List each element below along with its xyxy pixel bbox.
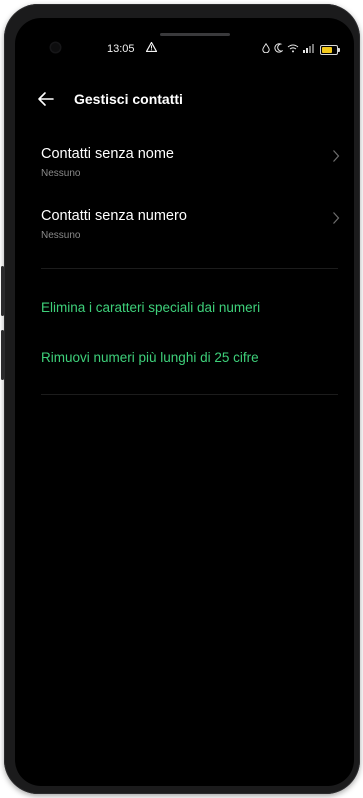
item-subtitle: Nessuno [41,230,81,241]
divider [41,394,338,395]
power-button [1,330,4,380]
chevron-right-icon [332,149,340,168]
status-bar: 13:05 [15,40,354,60]
list-item-contatti-senza-nome[interactable]: Contatti senza nome Nessuno [15,146,354,196]
item-title: Contatti senza nome [41,146,174,162]
arrow-left-icon[interactable] [37,88,61,110]
volume-button [1,266,4,316]
signal-icon [303,43,314,56]
earpiece-speaker [160,33,230,36]
item-subtitle: Nessuno [41,168,81,179]
screen: 13:05 Gestisci contatti Contatti senza n… [15,18,354,786]
list-item-contatti-senza-numero[interactable]: Contatti senza numero Nessuno [15,208,354,258]
drop-icon [262,42,270,56]
status-icons [262,42,340,56]
page-title: Gestisci contatti [74,91,183,107]
chevron-right-icon [332,211,340,230]
divider [41,268,338,269]
status-time: 13:05 [107,43,135,55]
battery-fill [322,46,332,53]
header: Gestisci contatti [15,88,354,114]
warning-icon [145,41,158,55]
item-title: Contatti senza numero [41,208,187,224]
wifi-icon [287,44,299,56]
remove-long-numbers-button[interactable]: Rimuovi numeri più lunghi di 25 cifre [41,350,259,365]
phone-frame: 13:05 Gestisci contatti Contatti senza n… [1,4,360,794]
moon-icon [274,43,284,56]
battery-icon [320,44,340,55]
remove-special-characters-button[interactable]: Elimina i caratteri speciali dai numeri [41,300,260,315]
